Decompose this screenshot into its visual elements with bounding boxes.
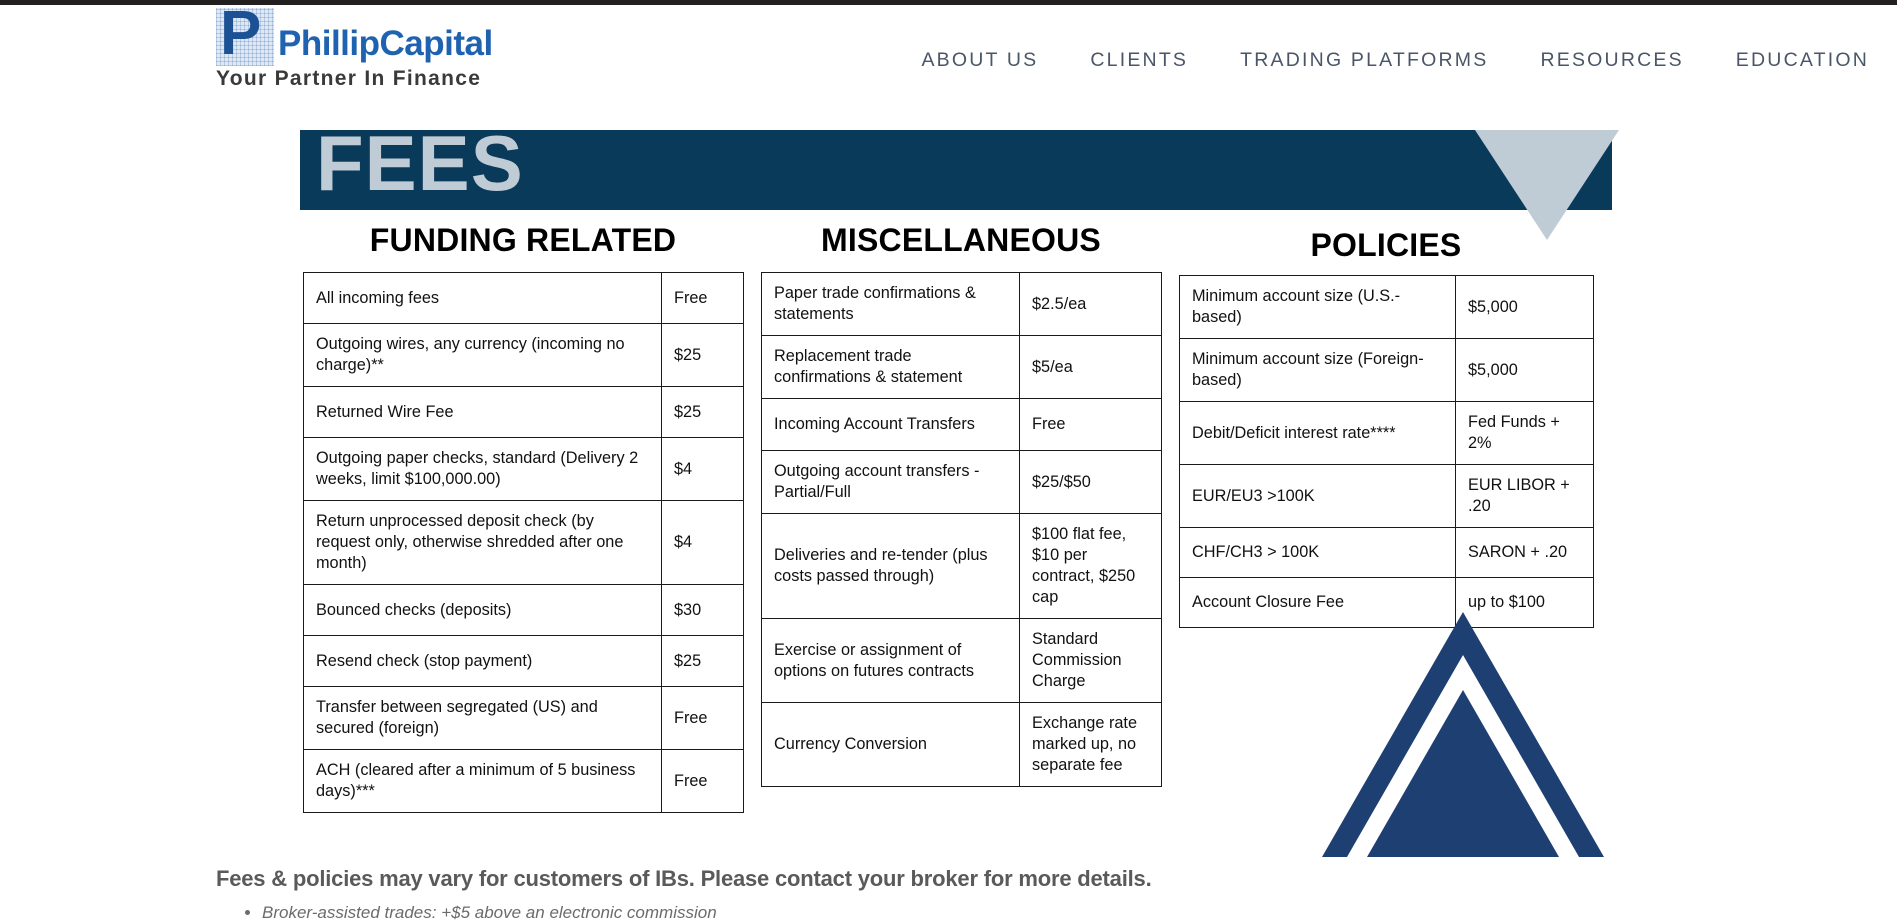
fee-label: Return unprocessed deposit check (by req… (303, 500, 662, 585)
column-title-miscellaneous: MISCELLANEOUS (821, 222, 1101, 258)
table-row: ACH (cleared after a minimum of 5 busine… (303, 749, 744, 813)
fee-value: $25 (661, 635, 744, 687)
fee-value: Standard Commission Charge (1019, 618, 1162, 703)
fee-label: Bounced checks (deposits) (303, 584, 662, 636)
fee-tables-region: FUNDING RELATED All incoming fees Free Ou… (0, 222, 1897, 862)
fee-column-funding-related: FUNDING RELATED All incoming fees Free Ou… (303, 222, 744, 813)
table-row: Currency Conversion Exchange rate marked … (761, 702, 1162, 787)
miscellaneous-table: Paper trade confirmations & statements $2… (761, 272, 1162, 787)
fee-value: Free (661, 749, 744, 813)
fee-value: $100 flat fee, $10 per contract, $250 ca… (1019, 513, 1162, 619)
site-logo[interactable]: P PhillipCapital Your Partner In Finance (216, 3, 493, 99)
logo-wordmark: PhillipCapital (278, 24, 493, 63)
table-row: Deliveries and re-tender (plus costs pas… (761, 513, 1162, 619)
fee-value: Free (1019, 398, 1162, 451)
policy-value: SARON + .20 (1455, 527, 1594, 578)
fee-value: Free (661, 272, 744, 324)
triangle-logo-icon (1322, 612, 1604, 857)
fee-label: Resend check (stop payment) (303, 635, 662, 687)
fee-value: $4 (661, 500, 744, 585)
phillip-p-icon: P (216, 3, 274, 66)
policy-value: $5,000 (1455, 338, 1594, 402)
fee-label: Outgoing account transfers - Partial/Ful… (761, 450, 1020, 514)
table-row: Resend check (stop payment) $25 (303, 635, 744, 687)
nav-item-clients[interactable]: CLIENTS (1090, 49, 1188, 72)
table-row: Outgoing paper checks, standard (Deliver… (303, 437, 744, 501)
main-navigation: ABOUT US CLIENTS TRADING PLATFORMS RESOU… (921, 49, 1869, 72)
fee-label: Paper trade confirmations & statements (761, 272, 1020, 336)
fee-value: $4 (661, 437, 744, 501)
table-row: Incoming Account Transfers Free (761, 398, 1162, 451)
list-item: Broker-assisted trades: +$5 above an ele… (262, 902, 1516, 924)
table-row: Exercise or assignment of options on fut… (761, 618, 1162, 703)
policy-value: $5,000 (1455, 275, 1594, 339)
table-row: Debit/Deficit interest rate**** Fed Funds… (1179, 401, 1594, 465)
table-row: Paper trade confirmations & statements $2… (761, 272, 1162, 336)
footer-disclaimer: Fees & policies may vary for customers o… (216, 866, 1516, 924)
table-row: Minimum account size (Foreign-based) $5,0… (1179, 338, 1594, 402)
fee-value: $25/$50 (1019, 450, 1162, 514)
fee-value: Exchange rate marked up, no separate fee (1019, 702, 1162, 787)
policy-value: Fed Funds + 2% (1455, 401, 1594, 465)
triangle-inner-shape (1367, 690, 1559, 857)
fee-value: Free (661, 686, 744, 750)
table-row: EUR/EU3 >100K EUR LIBOR + .20 (1179, 464, 1594, 528)
fee-label: Incoming Account Transfers (761, 398, 1020, 451)
table-row: Transfer between segregated (US) and sec… (303, 686, 744, 750)
fee-value: $30 (661, 584, 744, 636)
table-row: All incoming fees Free (303, 272, 744, 324)
policy-label: Debit/Deficit interest rate**** (1179, 401, 1456, 465)
column-title-funding-related: FUNDING RELATED (369, 222, 677, 258)
fee-value: $5/ea (1019, 335, 1162, 399)
site-header: P PhillipCapital Your Partner In Finance… (0, 3, 1897, 105)
table-row: Return unprocessed deposit check (by req… (303, 500, 744, 585)
logo-mark-letter: P (220, 0, 262, 68)
nav-item-about-us[interactable]: ABOUT US (921, 49, 1038, 72)
policy-label: CHF/CH3 > 100K (1179, 527, 1456, 578)
fee-label: Deliveries and re-tender (plus costs pas… (761, 513, 1020, 619)
fee-label: Outgoing wires, any currency (incoming n… (303, 323, 662, 387)
table-row: Outgoing account transfers - Partial/Ful… (761, 450, 1162, 514)
fee-label: Exercise or assignment of options on fut… (761, 618, 1020, 703)
fee-label: Replacement trade confirmations & statem… (761, 335, 1020, 399)
table-row: Replacement trade confirmations & statem… (761, 335, 1162, 399)
policies-table: Minimum account size (U.S.-based) $5,000 … (1179, 275, 1594, 628)
table-row: Outgoing wires, any currency (incoming n… (303, 323, 744, 387)
funding-related-table: All incoming fees Free Outgoing wires, an… (303, 272, 744, 813)
policy-label: Minimum account size (Foreign-based) (1179, 338, 1456, 402)
logo-tagline: Your Partner In Finance (216, 67, 482, 90)
page-title: FEES (316, 119, 524, 207)
policy-value: EUR LIBOR + .20 (1455, 464, 1594, 528)
nav-item-resources[interactable]: RESOURCES (1540, 49, 1683, 72)
fee-column-policies: POLICIES Minimum account size (U.S.-base… (1179, 222, 1594, 628)
table-row: CHF/CH3 > 100K SARON + .20 (1179, 527, 1594, 578)
fee-value: $25 (661, 386, 744, 438)
fee-label: All incoming fees (303, 272, 662, 324)
table-row: Minimum account size (U.S.-based) $5,000 (1179, 275, 1594, 339)
fees-banner: FEES (300, 121, 1619, 240)
column-title-policies: POLICIES (1310, 227, 1462, 263)
table-row: Returned Wire Fee $25 (303, 386, 744, 438)
fee-label: ACH (cleared after a minimum of 5 busine… (303, 749, 662, 813)
footer-headline: Fees & policies may vary for customers o… (216, 866, 1152, 891)
fee-label: Outgoing paper checks, standard (Deliver… (303, 437, 662, 501)
table-row: Bounced checks (deposits) $30 (303, 584, 744, 636)
fee-column-miscellaneous: MISCELLANEOUS Paper trade confirmations … (761, 222, 1162, 787)
policy-label: Minimum account size (U.S.-based) (1179, 275, 1456, 339)
fee-value: $2.5/ea (1019, 272, 1162, 336)
fee-label: Currency Conversion (761, 702, 1020, 787)
nav-item-education[interactable]: EDUCATION (1736, 49, 1869, 72)
footer-bullet-list: Broker-assisted trades: +$5 above an ele… (216, 902, 1516, 924)
fee-value: $25 (661, 323, 744, 387)
fee-label: Returned Wire Fee (303, 386, 662, 438)
policy-label: EUR/EU3 >100K (1179, 464, 1456, 528)
fee-label: Transfer between segregated (US) and sec… (303, 686, 662, 750)
nav-item-trading-platforms[interactable]: TRADING PLATFORMS (1240, 49, 1488, 72)
